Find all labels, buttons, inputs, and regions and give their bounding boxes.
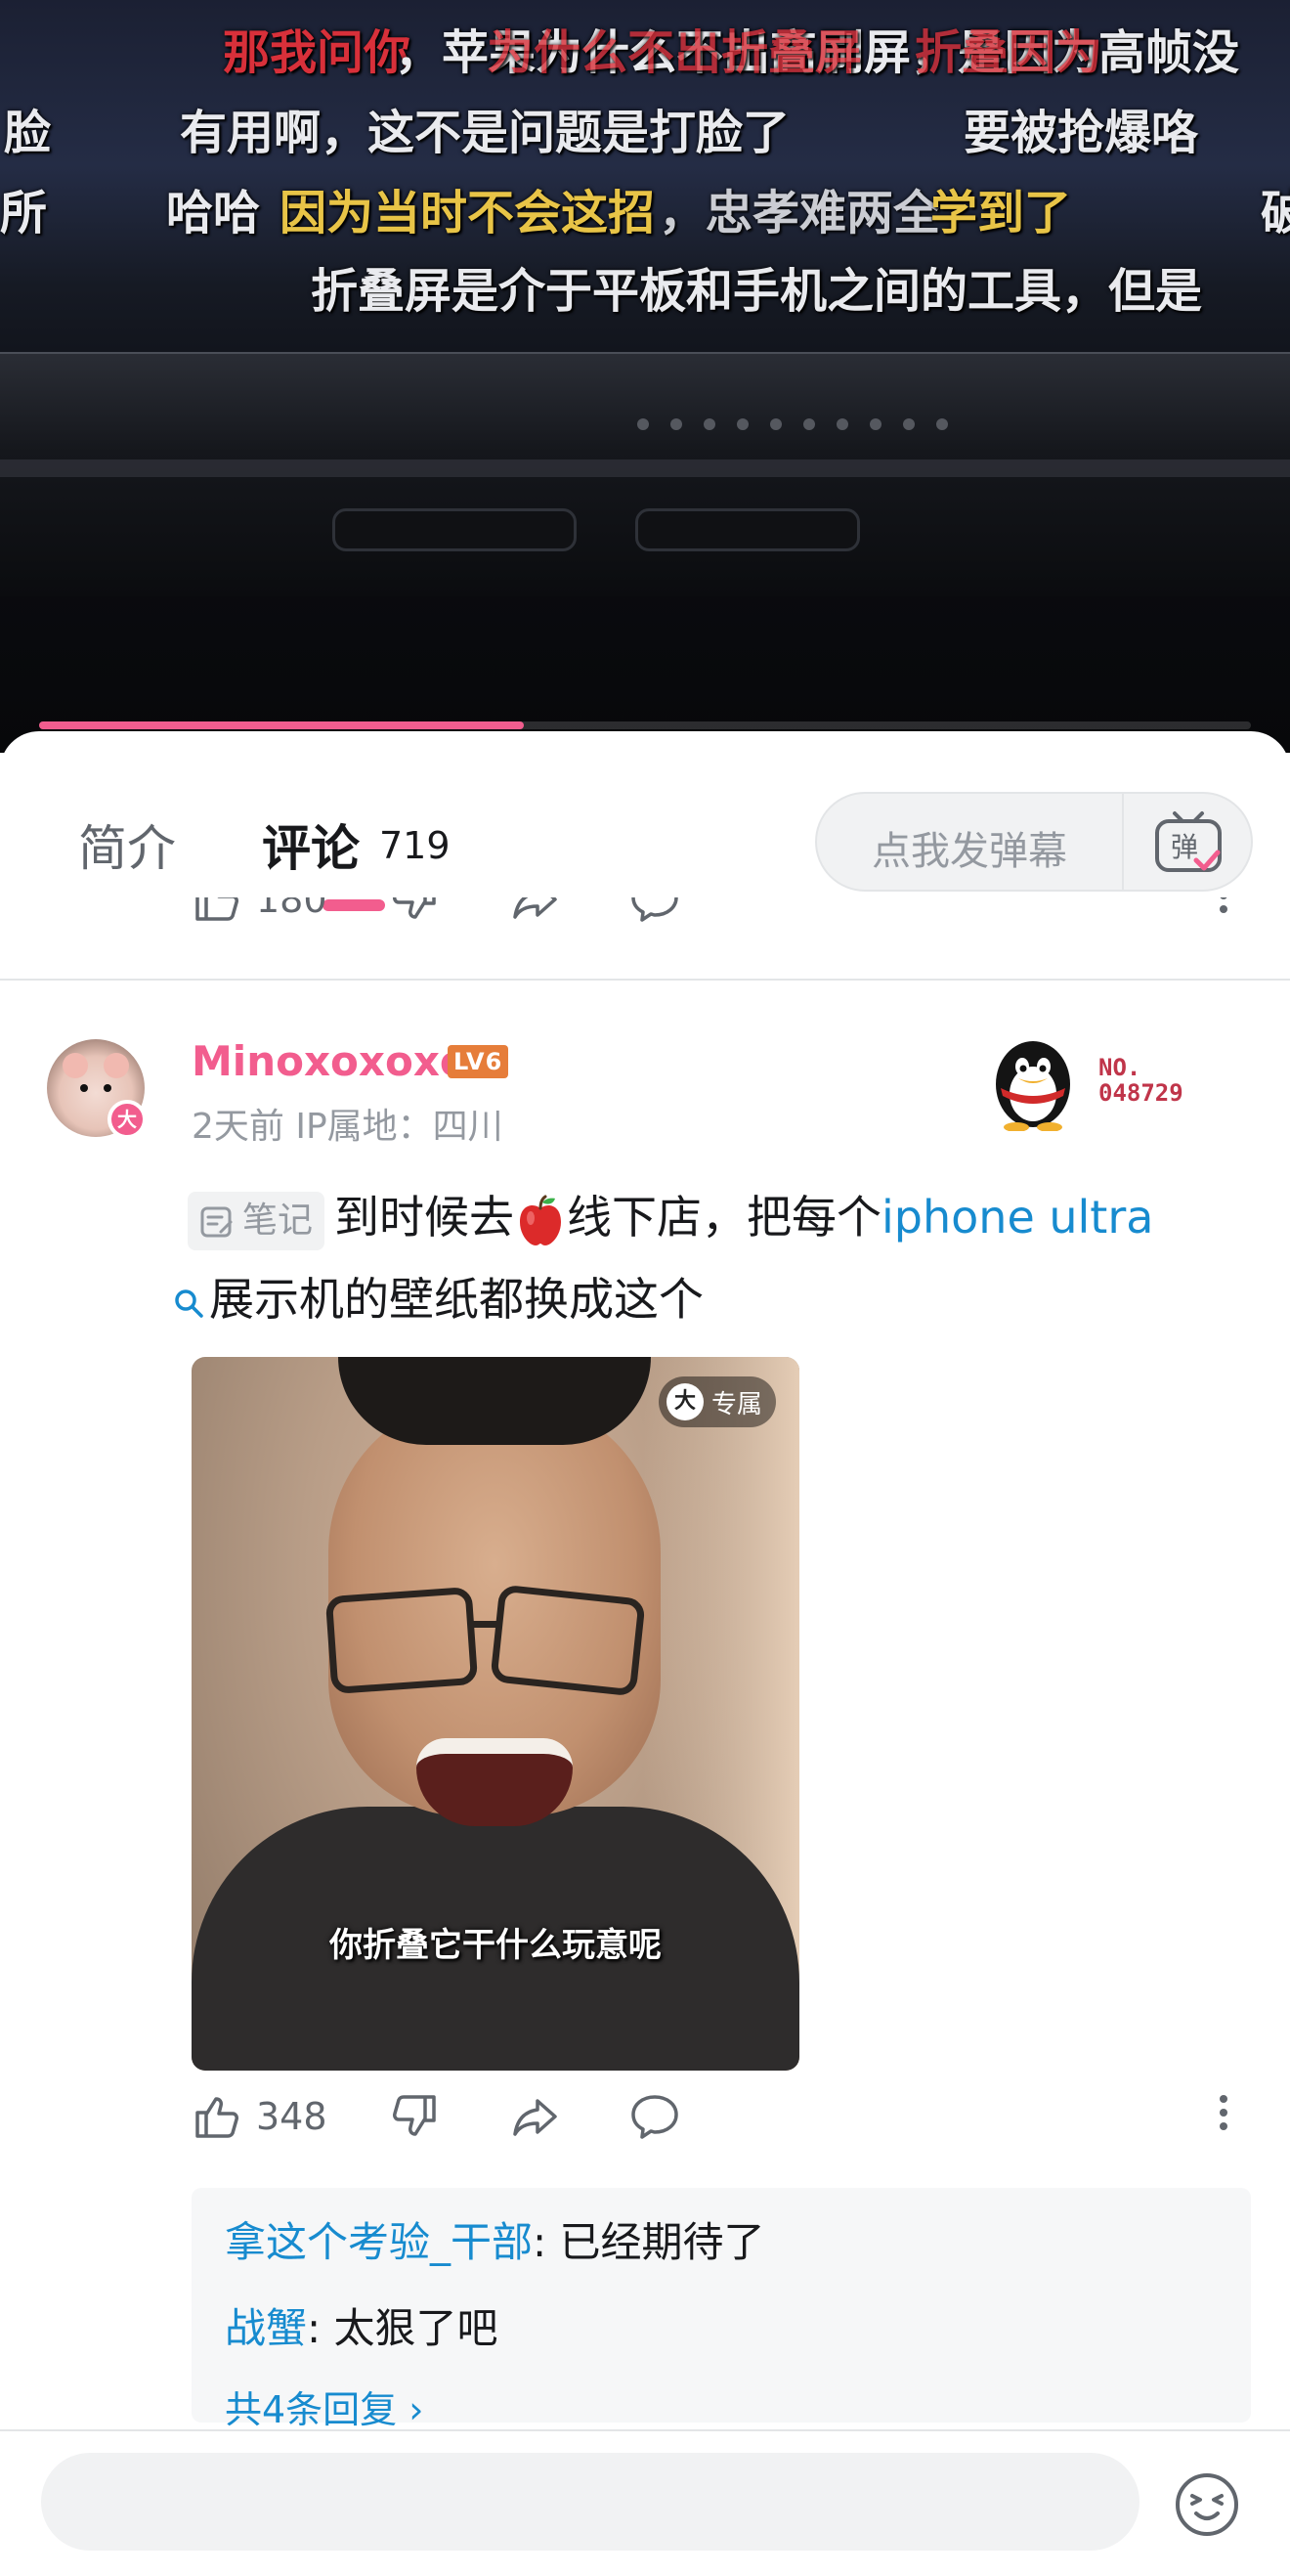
danmaku-comment: 要被抢爆咯 bbox=[964, 106, 1199, 160]
search-link[interactable]: iphone ultra bbox=[882, 1191, 1153, 1244]
like-count: 348 bbox=[256, 2095, 327, 2138]
comment-bubble-icon bbox=[631, 2095, 678, 2139]
danmaku-comment: ，忠孝难两全 bbox=[659, 186, 941, 240]
video-phone-button bbox=[332, 508, 577, 551]
video-speaker-hole bbox=[936, 418, 948, 430]
prev-dislike-button[interactable] bbox=[389, 897, 440, 929]
video-speaker-hole bbox=[670, 418, 682, 430]
prev-like-button[interactable]: 180 bbox=[192, 897, 327, 929]
reply-text: : 太狠了吧 bbox=[307, 2304, 498, 2352]
tab-intro[interactable]: 简介 bbox=[78, 809, 176, 880]
more-icon[interactable] bbox=[1216, 2089, 1231, 2144]
thumb-up-icon bbox=[195, 897, 238, 921]
comments-count: 719 bbox=[379, 824, 451, 867]
prev-reply-button[interactable] bbox=[629, 897, 680, 929]
danmaku-comment: 学到了 bbox=[930, 186, 1072, 240]
avatar-badge: 大 bbox=[108, 1100, 147, 1139]
video-phone-button bbox=[635, 508, 860, 551]
thumb-down-icon bbox=[393, 2095, 436, 2136]
video-speaker-hole bbox=[637, 418, 649, 430]
reply-button[interactable] bbox=[629, 2087, 680, 2146]
reply-author[interactable]: 战蟹 bbox=[225, 2304, 307, 2352]
danmaku-comment: 为什么不出折叠屏 bbox=[487, 25, 863, 80]
reply-item[interactable]: 拿这个考验_干部: 已经期待了 bbox=[225, 2209, 765, 2269]
apple-emoji-icon bbox=[520, 1195, 562, 1245]
prev-share-button[interactable] bbox=[510, 897, 561, 929]
tab-comments[interactable]: 评论 bbox=[262, 809, 360, 880]
comment-image[interactable]: 大 专属 你折叠它干什么玩意呢 bbox=[192, 1357, 799, 2071]
fan-badge[interactable]: NO. 048729 bbox=[989, 1033, 1224, 1141]
share-button[interactable] bbox=[510, 2087, 561, 2146]
fan-badge-number: NO. 048729 bbox=[1098, 1054, 1183, 1107]
reply-item[interactable]: 战蟹: 太狠了吧 bbox=[225, 2295, 498, 2355]
video-speaker-hole bbox=[903, 418, 915, 430]
video-speaker-hole bbox=[837, 418, 848, 430]
comment-username[interactable]: Minoxoxoxo bbox=[192, 1037, 468, 1085]
video-progress-fill bbox=[39, 721, 524, 729]
note-tag-label: 笔记 bbox=[242, 1200, 314, 1241]
video-speaker-hole bbox=[737, 418, 749, 430]
comment-text-part: 线下店，把每个 bbox=[567, 1191, 882, 1244]
video-speaker-hole bbox=[704, 418, 715, 430]
tab-bar: 简介 评论 719 点我发弹幕 弹 bbox=[0, 731, 1290, 911]
video-speaker-hole bbox=[803, 418, 815, 430]
video-phone-edge bbox=[0, 459, 1290, 477]
video-speaker-hole bbox=[870, 418, 882, 430]
image-caption: 你折叠它干什么玩意呢 bbox=[329, 1926, 662, 1965]
share-icon bbox=[513, 897, 557, 919]
share-icon bbox=[513, 2099, 557, 2136]
exclusive-badge: 大 专属 bbox=[659, 1376, 777, 1427]
danmaku-tv-icon[interactable]: 弹 bbox=[1151, 806, 1226, 880]
danmaku-comment: 那我问你 bbox=[223, 25, 411, 80]
reply-preview[interactable]: 拿这个考验_干部: 已经期待了 战蟹: 太狠了吧 共4条回复 › bbox=[192, 2188, 1251, 2431]
danmaku-comment: 因为当时不会这招 bbox=[280, 186, 656, 240]
danmaku-input-divider bbox=[1122, 794, 1124, 890]
prev-like-count: 180 bbox=[256, 897, 327, 921]
previous-comment-actions: 180 bbox=[0, 897, 1290, 981]
danmaku-comment: 折叠因为 bbox=[915, 25, 1103, 80]
comment-actions: 348 bbox=[0, 2077, 1290, 2156]
like-button[interactable]: 348 bbox=[192, 2087, 327, 2146]
level-badge: LV6 bbox=[448, 1045, 509, 1078]
danmaku-comment: 脸 bbox=[4, 106, 52, 160]
reply-text: : 已经期待了 bbox=[533, 2218, 765, 2266]
video-player[interactable]: 那我问你 ，苹果为什么不出高刷屏，是因为高帧没 为什么不出折叠屏 折叠因为 脸 … bbox=[0, 0, 1290, 753]
comment-bubble-icon bbox=[631, 897, 678, 922]
note-icon bbox=[200, 1206, 233, 1237]
comment-text-part: 展示机的壁纸都换成这个 bbox=[209, 1273, 704, 1326]
comment-text-part: 到时候去 bbox=[334, 1191, 515, 1244]
danmaku-comment: 折叠屏是介于平板和手机之间的工具，但是 bbox=[311, 264, 1203, 319]
penguin-icon bbox=[996, 1041, 1070, 1131]
note-tag[interactable]: 笔记 bbox=[188, 1191, 325, 1250]
prev-more-icon[interactable] bbox=[1216, 897, 1231, 927]
dislike-button[interactable] bbox=[389, 2087, 440, 2146]
comment-input[interactable] bbox=[41, 2453, 1140, 2551]
danmaku-comment: 所 bbox=[0, 186, 48, 240]
comment-sheet: 简介 评论 719 点我发弹幕 弹 180 大 Minoxoxoxo LV6 2… bbox=[0, 731, 1290, 2576]
danmaku-input-placeholder: 点我发弹幕 bbox=[872, 829, 1067, 874]
video-speaker-hole bbox=[770, 418, 782, 430]
comment-meta: 2天前 IP属地：四川 bbox=[192, 1107, 503, 1147]
danmaku-input[interactable]: 点我发弹幕 弹 bbox=[815, 792, 1253, 892]
thumb-up-icon bbox=[195, 2097, 238, 2138]
danmaku-tv-icon-label: 弹 bbox=[1171, 831, 1198, 863]
danmaku-comment: 破 bbox=[1261, 186, 1290, 240]
comment-text: 笔记 到时候去 线下店，把每个iphone ultra 展示机的壁纸都换成这个 bbox=[175, 1176, 1247, 1340]
bottom-comment-bar bbox=[0, 2429, 1290, 2576]
view-all-replies-link[interactable]: 共4条回复 › bbox=[225, 2380, 423, 2433]
exclusive-badge-icon: 大 bbox=[666, 1383, 704, 1420]
danmaku-comment: 哈哈 bbox=[166, 186, 261, 240]
thumb-down-icon bbox=[393, 897, 436, 919]
danmaku-comment: 有用啊，这不是问题是打脸了 bbox=[180, 106, 791, 160]
video-progress-bar[interactable] bbox=[39, 721, 1251, 729]
exclusive-badge-label: 专属 bbox=[711, 1389, 763, 1419]
reply-author[interactable]: 拿这个考验_干部 bbox=[225, 2218, 533, 2266]
search-icon[interactable] bbox=[172, 1287, 205, 1320]
emoji-face-icon[interactable] bbox=[1173, 2470, 1241, 2539]
